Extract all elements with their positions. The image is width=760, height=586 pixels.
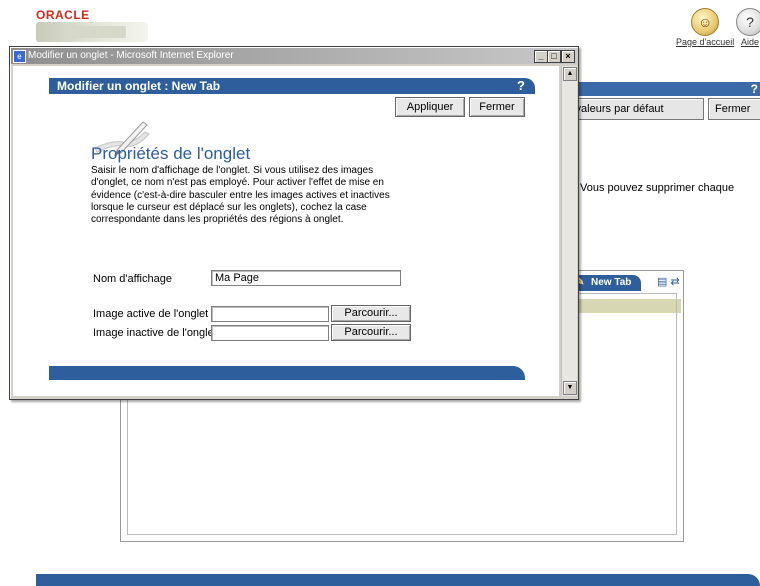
dialog-help-icon[interactable]: ?	[517, 78, 525, 94]
background-titlebar: ?	[560, 82, 760, 96]
help-link[interactable]: ? Aide	[736, 8, 760, 48]
ie-icon: e	[13, 50, 26, 63]
section-description: Saisir le nom d'affichage de l'onglet. S…	[91, 165, 390, 226]
vertical-scrollbar[interactable]: ▲ ▼	[561, 66, 577, 396]
new-tab-chip[interactable]: New Tab	[571, 275, 642, 291]
header-banner-image	[36, 22, 148, 42]
dialog-content: Modifier un onglet : New Tab ? Appliquer…	[13, 66, 559, 396]
active-image-browse-button[interactable]: Parcourir...	[331, 305, 411, 322]
inactive-image-input[interactable]	[211, 325, 329, 341]
background-description: Vous pouvez supprimer chaque	[580, 182, 735, 194]
active-image-label: Image active de l'onglet	[93, 308, 209, 320]
oracle-logo: ORACLE	[36, 8, 90, 22]
minimize-button[interactable]: _	[534, 50, 548, 63]
home-link[interactable]: ☺ Page d'accueil	[676, 8, 734, 48]
home-icon[interactable]: ☺	[691, 8, 720, 36]
help-link-label[interactable]: Aide	[741, 37, 759, 47]
scroll-up-arrow-icon[interactable]: ▲	[563, 67, 577, 81]
scroll-down-arrow-icon[interactable]: ▼	[563, 381, 577, 395]
active-image-input[interactable]	[211, 306, 329, 322]
background-footer-bar	[36, 574, 760, 586]
background-close-button[interactable]: Fermer	[708, 98, 760, 120]
inactive-image-label: Image inactive de l'onglet	[93, 327, 217, 339]
close-window-button[interactable]: ×	[561, 50, 575, 63]
ie-popup-window: e Modifier un onglet - Microsoft Interne…	[9, 46, 579, 400]
close-button[interactable]: Fermer	[469, 97, 525, 117]
display-name-label: Nom d'affichage	[93, 273, 172, 285]
maximize-button[interactable]: □	[547, 50, 561, 63]
display-name-input[interactable]	[211, 270, 401, 286]
restore-defaults-button[interactable]: s valeurs par défaut	[560, 98, 704, 120]
apply-button[interactable]: Appliquer	[395, 97, 465, 117]
window-titlebar[interactable]: e Modifier un onglet - Microsoft Interne…	[11, 48, 577, 64]
background-help-icon[interactable]: ?	[751, 82, 758, 96]
home-link-label[interactable]: Page d'accueil	[676, 37, 734, 47]
dialog-header: Modifier un onglet : New Tab ?	[49, 78, 535, 94]
window-title: Modifier un onglet - Microsoft Internet …	[28, 50, 234, 61]
inactive-image-browse-button[interactable]: Parcourir...	[331, 324, 411, 341]
section-title: Propriétés de l'onglet	[91, 144, 251, 163]
dialog-title: Modifier un onglet : New Tab	[57, 79, 221, 93]
help-icon[interactable]: ?	[736, 8, 760, 36]
tab-edit-tools-icon[interactable]: ▤ ⇄	[657, 275, 680, 288]
dialog-footer-bar	[49, 366, 525, 380]
